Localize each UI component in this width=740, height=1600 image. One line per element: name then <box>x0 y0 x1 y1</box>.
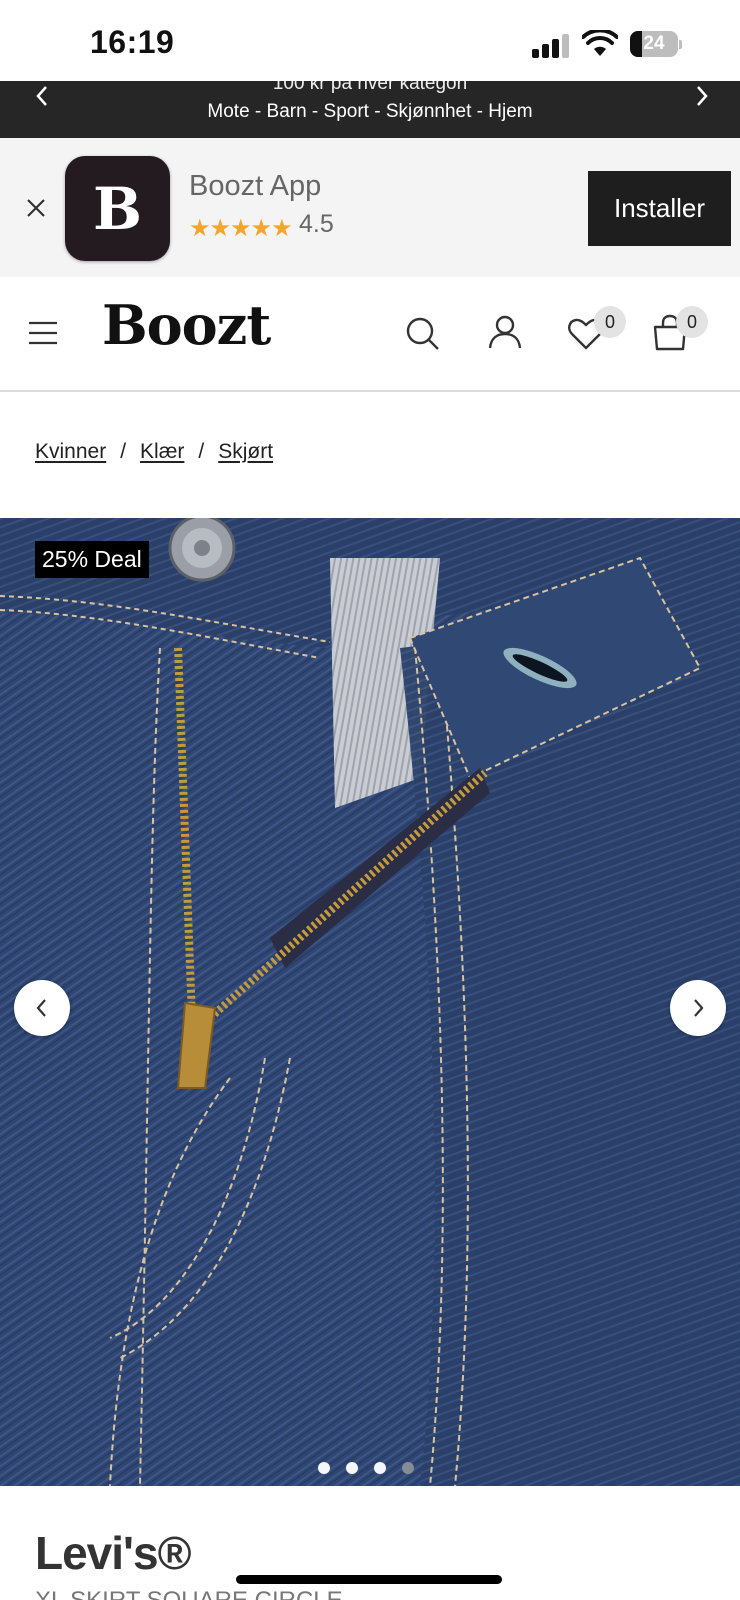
search-icon[interactable] <box>402 313 442 353</box>
cellular-signal-icon <box>532 34 572 58</box>
chevron-left-icon <box>36 86 47 106</box>
rating-stars-icon: ★★★★★ <box>189 215 293 242</box>
deal-badge: 25% Deal <box>35 541 149 578</box>
status-time: 16:19 <box>90 24 175 60</box>
image-pagination-dots <box>318 1462 414 1474</box>
wishlist-count-badge: 0 <box>594 306 626 338</box>
breadcrumb-item-skjort[interactable]: Skjørt <box>218 440 273 464</box>
battery-icon: 24 <box>630 31 682 57</box>
install-button[interactable]: Installer <box>588 171 731 246</box>
account-icon[interactable] <box>485 312 525 352</box>
close-icon[interactable] <box>22 194 50 222</box>
product-image[interactable] <box>0 518 740 1486</box>
product-photo-denim <box>0 518 740 1486</box>
breadcrumb-item-klaer[interactable]: Klær <box>140 440 184 464</box>
wifi-icon <box>582 30 618 56</box>
product-brand[interactable]: Levi's® <box>35 1526 191 1580</box>
boozt-logo[interactable]: Boozt <box>102 293 271 357</box>
chevron-right-icon <box>694 999 704 1017</box>
image-next-button[interactable] <box>670 980 726 1036</box>
promo-prev-button[interactable] <box>22 81 62 111</box>
pagination-dot[interactable] <box>346 1462 358 1474</box>
promo-text-top: 100 kr på hver kategori <box>272 81 468 94</box>
app-rating: 4.5 <box>299 210 334 238</box>
app-icon-letter: B <box>92 174 143 243</box>
breadcrumb-separator: / <box>198 440 205 463</box>
promo-banner: 100 kr på hver kategori Mote - Barn - Sp… <box>0 81 740 138</box>
pagination-dot[interactable] <box>374 1462 386 1474</box>
pagination-dot[interactable] <box>318 1462 330 1474</box>
promo-next-button[interactable] <box>682 81 722 111</box>
product-name: XL SKIRT SQUARE CIRCLE <box>35 1587 343 1600</box>
cart-count-badge: 0 <box>676 306 708 338</box>
battery-percent: 24 <box>643 33 665 54</box>
app-name: Boozt App <box>189 170 322 202</box>
breadcrumb: Kvinner / Klær / Skjørt <box>35 440 273 464</box>
chevron-right-icon <box>697 86 708 106</box>
chevron-left-icon <box>36 999 46 1017</box>
menu-icon[interactable] <box>24 313 64 353</box>
breadcrumb-separator: / <box>120 440 127 463</box>
app-icon: B <box>65 156 170 261</box>
pagination-dot[interactable] <box>402 1462 414 1474</box>
status-bar: 16:19 24 <box>0 0 740 81</box>
home-indicator[interactable] <box>236 1575 502 1584</box>
promo-text-categories: Mote - Barn - Sport - Skjønnhet - Hjem <box>207 101 533 122</box>
image-prev-button[interactable] <box>14 980 70 1036</box>
breadcrumb-item-kvinner[interactable]: Kvinner <box>35 440 106 464</box>
